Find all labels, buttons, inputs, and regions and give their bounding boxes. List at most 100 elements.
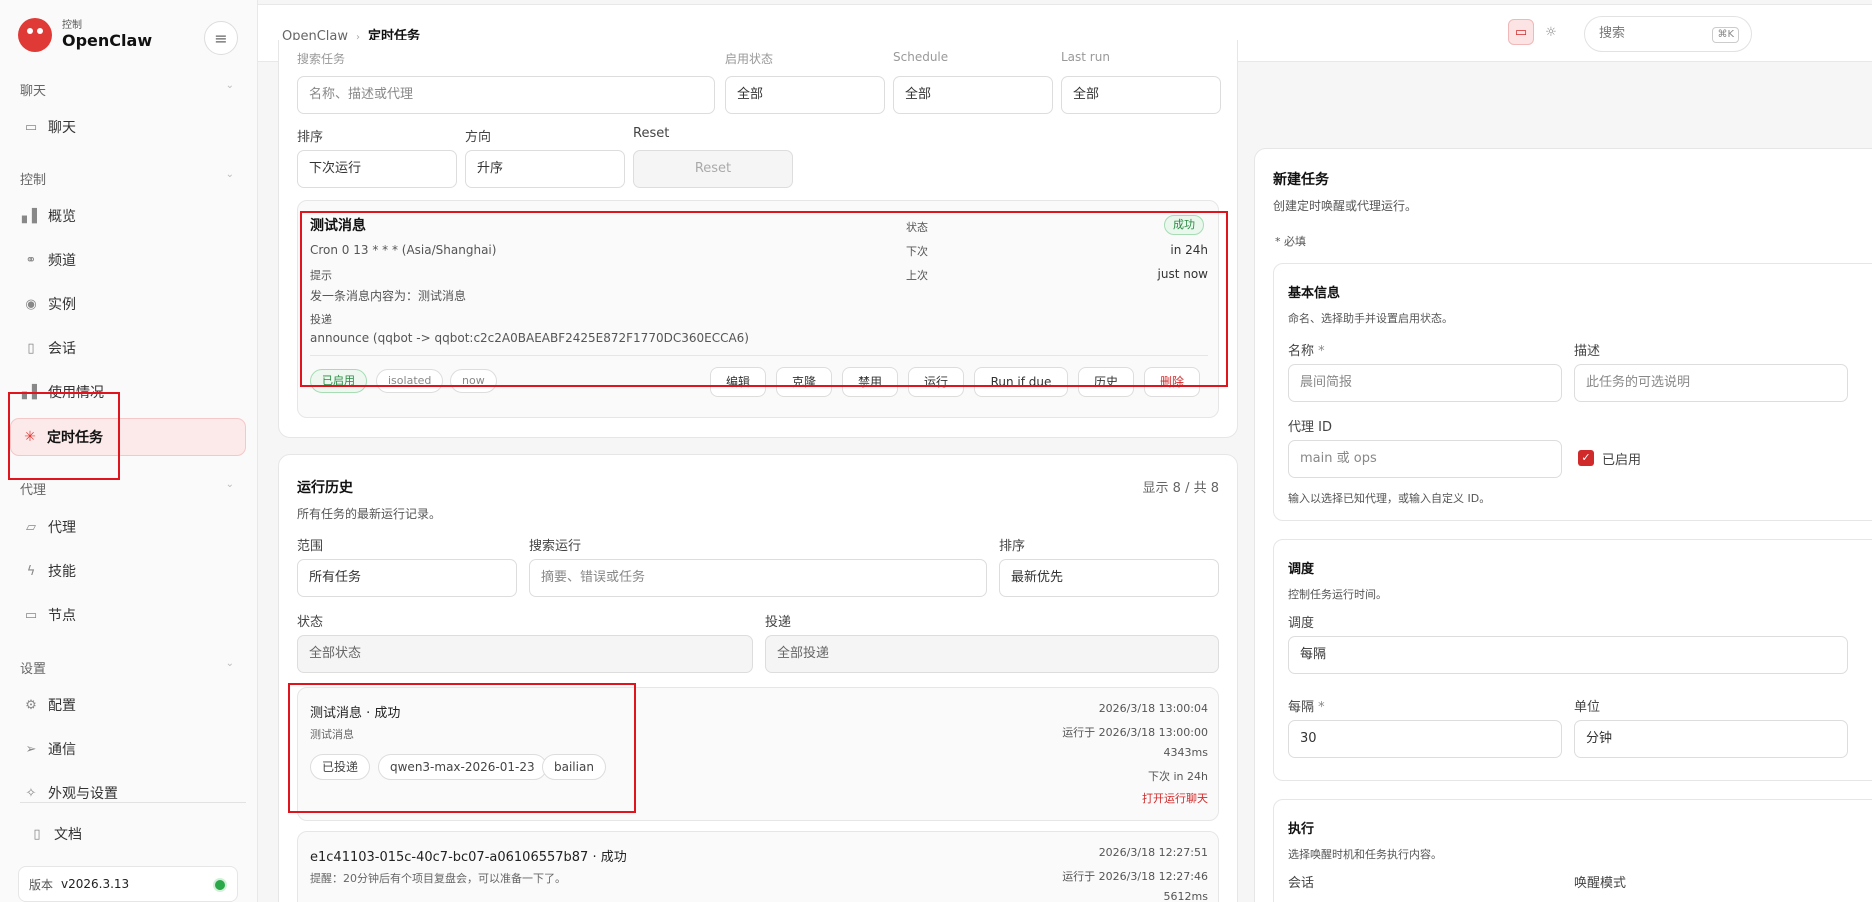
monitor-icon[interactable]: ▭ [1508,19,1534,45]
new-job-panel: 新建任务 创建定时唤醒或代理运行。 * 必填 基本信息 命名、选择助手并设置启用… [1254,148,1872,902]
history-button[interactable]: 历史 [1078,367,1134,397]
schedule-title: 调度 [1288,562,1315,577]
execution-subtitle: 选择唤醒时机和任务执行内容。 [1288,848,1442,861]
section-chat[interactable]: 聊天 ⌄ [20,80,234,99]
sidebar-item-label: 概览 [48,209,76,225]
menu-toggle-button[interactable]: ≡ [204,21,238,55]
sort-select[interactable]: 下次运行 [297,150,457,188]
history-sort-label: 排序 [999,539,1026,554]
description-input[interactable]: 此任务的可选说明 [1574,364,1848,402]
direction-select[interactable]: 升序 [465,150,625,188]
run-if-due-button[interactable]: Run if due [974,367,1068,397]
clone-button[interactable]: 克隆 [776,367,832,397]
provider-tag: bailian [542,754,606,780]
sidebar-item-overview[interactable]: ▖▌ 概览 [22,205,244,227]
scope-label: 范围 [297,539,324,554]
status-select[interactable]: 全部状态 [297,635,753,673]
section-control[interactable]: 控制 ⌄ [20,169,234,188]
schedule-type-select[interactable]: 每隔 [1288,636,1848,674]
search-placeholder: 搜索 [1599,26,1626,41]
brand[interactable]: 控制 OpenClaw [18,18,152,52]
sidebar-item-skills[interactable]: ϟ 技能 [22,560,244,582]
unit-select[interactable]: 分钟 [1574,720,1848,758]
section-settings[interactable]: 设置 ⌄ [20,658,234,677]
job-prompt-label: 提示 [310,269,332,282]
folder-icon: ▱ [26,519,36,535]
model-tag: qwen3-max-2026-01-23 [378,754,547,780]
schedule-select[interactable]: 全部 [893,76,1053,114]
name-input[interactable]: 晨间简报 [1288,364,1562,402]
every-input[interactable]: 30 [1288,720,1562,758]
run-ran-at: 运行于 2026/3/18 13:00:00 [1062,726,1208,739]
agent-hint: 输入以选择已知代理，或输入自定义 ID。 [1288,492,1491,505]
sun-icon[interactable]: ☼ [1538,19,1564,45]
basic-title: 基本信息 [1288,286,1341,301]
sidebar-item-docs[interactable]: ▯ 文档 [28,823,250,845]
delete-button[interactable]: 删除 [1144,367,1200,397]
schedule-section: 调度 控制任务运行时间。 调度 每隔 每隔 * 单位 30 分钟 [1273,539,1872,781]
session-label: 会话 [1288,876,1315,891]
scope-select[interactable]: 所有任务 [297,559,517,597]
sidebar-item-cron[interactable]: ✳ 定时任务 [10,418,246,456]
sidebar-item-label: 频道 [48,253,76,269]
enabled-select[interactable]: 全部 [725,76,885,114]
disable-button[interactable]: 禁用 [842,367,898,397]
brand-subtitle: 控制 [62,20,82,31]
run-ran-at: 运行于 2026/3/18 12:27:46 [1062,870,1208,883]
sidebar-item-usage[interactable]: ▖▌ 使用情况 [22,381,244,403]
filter-lastrun-label: Last run [1061,50,1110,64]
chevron-down-icon: ⌄ [225,479,234,490]
section-agent[interactable]: 代理 ⌄ [20,479,234,498]
run-item[interactable]: 测试消息 · 成功 测试消息 已投递 qwen3-max-2026-01-23 … [297,687,1219,821]
enabled-checkbox[interactable]: ✓ [1578,450,1594,466]
sidebar-item-channels[interactable]: ⚭ 频道 [22,249,244,271]
sidebar: 控制 OpenClaw ≡ 聊天 ⌄ ▭ 聊天 控制 ⌄ ▖▌ 概览 ⚭ 频道 ◉ 实例 ▯… [0,0,258,902]
gear-icon: ⚙ [25,697,37,713]
execution-section: 执行 选择唤醒时机和任务执行内容。 会话 唤醒模式 [1273,799,1872,902]
schedule-type-label: 调度 [1288,616,1315,631]
name-label: 名称 * [1288,344,1325,359]
filter-schedule-label: Schedule [893,50,949,64]
sidebar-item-comm[interactable]: ➢ 通信 [22,738,244,760]
chevron-down-icon: ⌄ [225,658,234,669]
sidebar-item-label: 会话 [48,341,76,357]
job-last: just now [1157,267,1208,281]
sidebar-item-label: 外观与设置 [48,786,118,802]
delivery-select[interactable]: 全部投递 [765,635,1219,673]
job-search-input[interactable]: 名称、描述或代理 [297,76,715,114]
sidebar-item-nodes[interactable]: ▭ 节点 [22,604,244,626]
reset-label: Reset [633,126,670,141]
lastrun-select[interactable]: 全部 [1061,76,1221,114]
sidebar-item-sessions[interactable]: ▯ 会话 [22,337,244,359]
job-schedule: Cron 0 13 * * * (Asia/Shanghai) [310,243,497,257]
search-input[interactable]: 搜索 ⌘K [1584,16,1752,52]
version-value: v2026.3.13 [61,877,130,891]
new-job-subtitle: 创建定时唤醒或代理运行。 [1273,199,1418,213]
sidebar-item-chat[interactable]: ▭ 聊天 [22,116,244,138]
basic-info-section: 基本信息 命名、选择助手并设置启用状态。 名称 * 描述 晨间简报 此任务的可选… [1273,263,1872,521]
sidebar-item-config[interactable]: ⚙ 配置 [22,694,244,716]
history-count: 显示 8 / 共 8 [1142,481,1219,496]
run-item[interactable]: e1c41103-015c-40c7-bc07-a06106557b87 · 成… [297,831,1219,902]
status-dot-icon [215,880,225,890]
book-icon: ▯ [33,826,41,842]
reset-button[interactable]: Reset [633,150,793,188]
run-button[interactable]: 运行 [908,367,964,397]
job-item[interactable]: 测试消息 Cron 0 13 * * * (Asia/Shanghai) 提示 … [297,200,1219,418]
sidebar-item-label: 使用情况 [48,385,104,401]
agent-id-input[interactable]: main 或 ops [1288,440,1562,478]
job-delivery-label: 投递 [310,313,332,326]
status-label: 状态 [297,615,324,630]
open-run-chat-link[interactable]: 打开运行聊天 [898,790,1208,806]
run-duration: 4343ms [1163,746,1208,759]
edit-button[interactable]: 编辑 [710,367,766,397]
sidebar-item-instances[interactable]: ◉ 实例 [22,293,244,315]
sidebar-item-appearance[interactable]: ✧ 外观与设置 [22,782,244,804]
filter-enabled-label: 启用状态 [725,52,774,66]
sidebar-item-label: 节点 [48,608,76,624]
run-search-input[interactable]: 摘要、错误或任务 [529,559,987,597]
history-sort-select[interactable]: 最新优先 [999,559,1219,597]
sidebar-item-agents[interactable]: ▱ 代理 [22,516,244,538]
version-label: 版本 [29,877,54,892]
job-status-label: 状态 [906,221,928,234]
